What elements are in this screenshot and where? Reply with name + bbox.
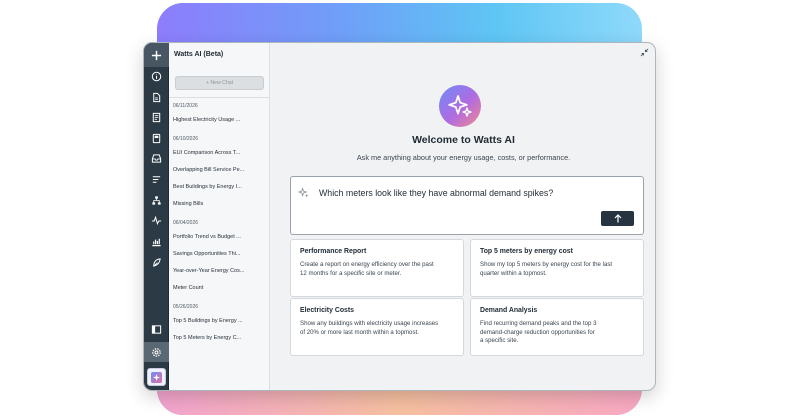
suggestion-card-performance-report[interactable]: Performance Report Create a report on en… [290,239,464,297]
rail-panel-button[interactable] [144,321,169,338]
pulse-icon [151,215,162,226]
ai-sparkle-icon [151,371,162,383]
info-icon [151,71,162,82]
collapse-icon[interactable] [640,48,649,57]
send-button[interactable] [601,211,634,226]
prompt-input[interactable]: Which meters look like they have abnorma… [290,176,644,235]
card-title: Performance Report [300,248,367,255]
card-title: Demand Analysis [480,307,538,314]
history-item[interactable]: Overlapping Bill Service Pe... [173,167,265,173]
hierarchy-icon [152,196,161,205]
app-title: Watts AI (Beta) [174,51,224,58]
suggestion-card-electricity-costs[interactable]: Electricity Costs Show any buildings wit… [290,298,464,356]
new-chat-button[interactable]: + New Chat [175,76,264,90]
rail-list-button[interactable] [144,171,169,188]
rail-inbox-button[interactable] [144,150,169,167]
main-panel: Welcome to Watts AI Ask me anything abou… [270,43,655,390]
app-window: Watts AI (Beta) + New Chat 06/11/2026 Hi… [143,42,656,391]
inbox-icon [151,154,162,163]
card-title: Electricity Costs [300,307,354,314]
history-item[interactable]: Highest Electricity Usage ... [173,117,265,123]
rail-meter-button[interactable] [144,130,169,147]
sparkle-icon [448,95,472,117]
icon-rail [144,43,169,390]
card-title: Top 5 meters by energy cost [480,248,573,255]
card-description: Show any buildings with electricity usag… [300,320,439,336]
welcome-subtitle: Ask me anything about your energy usage,… [356,153,571,162]
prompt-text[interactable]: Which meters look like they have abnorma… [319,188,553,198]
history-date: 06/11/2026 [173,103,198,109]
list-icon [152,176,161,183]
bills-icon [152,112,161,123]
sparkle-icon [298,187,309,198]
history-item[interactable]: Missing Bills [173,201,265,207]
suggestion-card-demand-analysis[interactable]: Demand Analysis Find recurring demand pe… [470,298,644,356]
history-item[interactable]: Meter Count [173,285,265,291]
welcome-heading: Welcome to Watts AI [412,134,515,146]
card-description: Show my top 5 meters by energy cost for … [480,261,613,277]
arrow-up-icon [614,214,621,223]
history-item[interactable]: Savings Opportunities Thi... [173,251,265,257]
card-description: Find recurring demand peaks and the top … [480,320,597,345]
card-description: Create a report on energy efficiency ove… [300,261,434,277]
rail-pulse-button[interactable] [144,212,169,229]
document-icon [153,92,161,103]
meter-icon [152,133,161,144]
history-date: 06/04/2026 [173,220,199,226]
gear-icon [152,347,161,357]
history-item[interactable]: Top 5 Buildings by Energy ... [173,318,265,324]
history-item[interactable]: Portfolio Trend vs Budget ... [173,234,265,240]
plus-icon [151,50,162,60]
history-item[interactable]: EUI Comparison Across T... [173,150,265,156]
rail-ai-button[interactable] [147,368,166,386]
history-date: 05/26/2026 [173,304,199,310]
history-item[interactable]: Year-over-Year Energy Cos... [173,268,265,274]
rail-chart-button[interactable] [144,233,169,250]
rail-settings-button[interactable] [144,342,169,362]
leaf-icon [153,258,161,267]
rail-bills-button[interactable] [144,109,169,126]
history-item[interactable]: Top 5 Meters by Energy C... [173,335,265,341]
rail-hierarchy-button[interactable] [144,192,169,209]
new-button[interactable] [144,43,169,67]
chat-history-sidebar: Watts AI (Beta) + New Chat 06/11/2026 Hi… [169,43,270,390]
history-date: 06/10/2026 [173,136,199,142]
panel-icon [151,325,162,334]
rail-info-button[interactable] [144,68,169,85]
suggestion-card-top-meters[interactable]: Top 5 meters by energy cost Show my top … [470,239,644,297]
chart-icon [152,238,161,247]
rail-leaf-button[interactable] [144,254,169,271]
history-item[interactable]: Best Buildings by Energy I... [173,184,265,190]
sidebar-divider [169,97,270,98]
rail-document-button[interactable] [144,89,169,106]
watts-ai-logo [439,85,481,127]
